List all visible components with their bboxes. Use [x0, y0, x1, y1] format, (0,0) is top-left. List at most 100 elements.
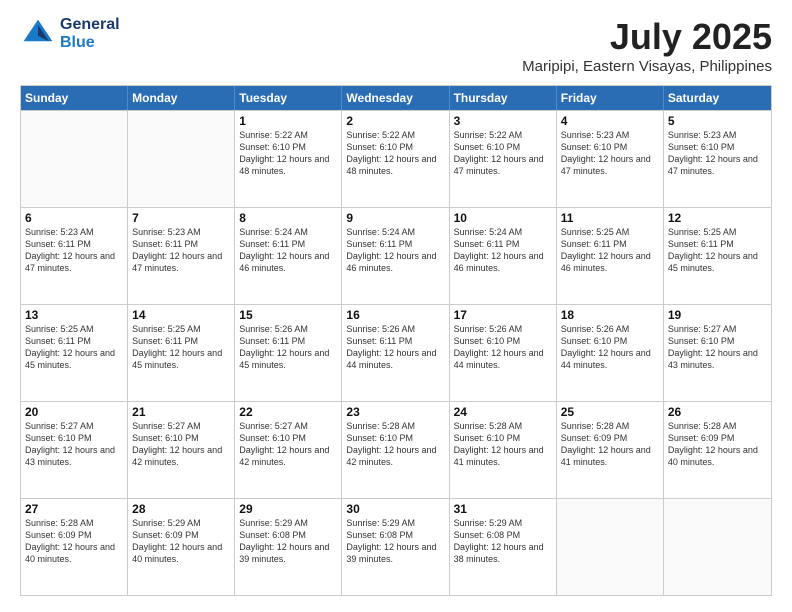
day-number: 4	[561, 114, 659, 128]
day-info: Sunrise: 5:27 AM Sunset: 6:10 PM Dayligh…	[25, 420, 123, 469]
calendar-header: SundayMondayTuesdayWednesdayThursdayFrid…	[21, 86, 771, 110]
day-number: 3	[454, 114, 552, 128]
day-number: 13	[25, 308, 123, 322]
day-info: Sunrise: 5:23 AM Sunset: 6:11 PM Dayligh…	[25, 226, 123, 275]
day-number: 2	[346, 114, 444, 128]
day-number: 16	[346, 308, 444, 322]
calendar-cell	[664, 499, 771, 595]
calendar-cell: 18Sunrise: 5:26 AM Sunset: 6:10 PM Dayli…	[557, 305, 664, 401]
calendar-cell: 8Sunrise: 5:24 AM Sunset: 6:11 PM Daylig…	[235, 208, 342, 304]
day-number: 21	[132, 405, 230, 419]
day-info: Sunrise: 5:23 AM Sunset: 6:11 PM Dayligh…	[132, 226, 230, 275]
day-info: Sunrise: 5:22 AM Sunset: 6:10 PM Dayligh…	[239, 129, 337, 178]
calendar-row: 27Sunrise: 5:28 AM Sunset: 6:09 PM Dayli…	[21, 498, 771, 595]
header: General Blue July 2025 Maripipi, Eastern…	[20, 16, 772, 75]
day-info: Sunrise: 5:28 AM Sunset: 6:10 PM Dayligh…	[346, 420, 444, 469]
calendar-cell: 4Sunrise: 5:23 AM Sunset: 6:10 PM Daylig…	[557, 111, 664, 207]
day-info: Sunrise: 5:24 AM Sunset: 6:11 PM Dayligh…	[239, 226, 337, 275]
day-info: Sunrise: 5:29 AM Sunset: 6:09 PM Dayligh…	[132, 517, 230, 566]
weekday-header: Monday	[128, 86, 235, 110]
calendar-cell: 27Sunrise: 5:28 AM Sunset: 6:09 PM Dayli…	[21, 499, 128, 595]
calendar-cell: 1Sunrise: 5:22 AM Sunset: 6:10 PM Daylig…	[235, 111, 342, 207]
calendar-cell: 20Sunrise: 5:27 AM Sunset: 6:10 PM Dayli…	[21, 402, 128, 498]
day-info: Sunrise: 5:25 AM Sunset: 6:11 PM Dayligh…	[25, 323, 123, 372]
calendar-cell: 2Sunrise: 5:22 AM Sunset: 6:10 PM Daylig…	[342, 111, 449, 207]
day-info: Sunrise: 5:25 AM Sunset: 6:11 PM Dayligh…	[668, 226, 767, 275]
day-number: 11	[561, 211, 659, 225]
weekday-header: Wednesday	[342, 86, 449, 110]
title-block: July 2025 Maripipi, Eastern Visayas, Phi…	[522, 16, 772, 75]
day-number: 18	[561, 308, 659, 322]
calendar-cell: 15Sunrise: 5:26 AM Sunset: 6:11 PM Dayli…	[235, 305, 342, 401]
day-number: 28	[132, 502, 230, 516]
day-number: 6	[25, 211, 123, 225]
calendar-cell: 6Sunrise: 5:23 AM Sunset: 6:11 PM Daylig…	[21, 208, 128, 304]
day-number: 7	[132, 211, 230, 225]
calendar-body: 1Sunrise: 5:22 AM Sunset: 6:10 PM Daylig…	[21, 110, 771, 595]
calendar-cell: 5Sunrise: 5:23 AM Sunset: 6:10 PM Daylig…	[664, 111, 771, 207]
day-info: Sunrise: 5:29 AM Sunset: 6:08 PM Dayligh…	[239, 517, 337, 566]
day-info: Sunrise: 5:24 AM Sunset: 6:11 PM Dayligh…	[346, 226, 444, 275]
calendar-cell: 19Sunrise: 5:27 AM Sunset: 6:10 PM Dayli…	[664, 305, 771, 401]
day-info: Sunrise: 5:27 AM Sunset: 6:10 PM Dayligh…	[239, 420, 337, 469]
day-number: 14	[132, 308, 230, 322]
day-number: 30	[346, 502, 444, 516]
day-number: 20	[25, 405, 123, 419]
calendar-cell	[557, 499, 664, 595]
day-number: 22	[239, 405, 337, 419]
day-number: 5	[668, 114, 767, 128]
weekday-header: Tuesday	[235, 86, 342, 110]
weekday-header: Thursday	[450, 86, 557, 110]
day-number: 12	[668, 211, 767, 225]
calendar-cell: 28Sunrise: 5:29 AM Sunset: 6:09 PM Dayli…	[128, 499, 235, 595]
calendar-cell: 24Sunrise: 5:28 AM Sunset: 6:10 PM Dayli…	[450, 402, 557, 498]
day-info: Sunrise: 5:25 AM Sunset: 6:11 PM Dayligh…	[561, 226, 659, 275]
calendar-cell: 17Sunrise: 5:26 AM Sunset: 6:10 PM Dayli…	[450, 305, 557, 401]
calendar-cell: 31Sunrise: 5:29 AM Sunset: 6:08 PM Dayli…	[450, 499, 557, 595]
logo: General Blue	[20, 16, 120, 52]
calendar-cell: 12Sunrise: 5:25 AM Sunset: 6:11 PM Dayli…	[664, 208, 771, 304]
calendar-row: 13Sunrise: 5:25 AM Sunset: 6:11 PM Dayli…	[21, 304, 771, 401]
day-number: 15	[239, 308, 337, 322]
calendar-row: 1Sunrise: 5:22 AM Sunset: 6:10 PM Daylig…	[21, 110, 771, 207]
day-info: Sunrise: 5:29 AM Sunset: 6:08 PM Dayligh…	[346, 517, 444, 566]
day-number: 31	[454, 502, 552, 516]
day-info: Sunrise: 5:28 AM Sunset: 6:09 PM Dayligh…	[561, 420, 659, 469]
day-number: 24	[454, 405, 552, 419]
logo-icon	[20, 16, 56, 52]
main-title: July 2025	[522, 16, 772, 58]
day-info: Sunrise: 5:23 AM Sunset: 6:10 PM Dayligh…	[561, 129, 659, 178]
calendar-cell: 21Sunrise: 5:27 AM Sunset: 6:10 PM Dayli…	[128, 402, 235, 498]
calendar-cell: 7Sunrise: 5:23 AM Sunset: 6:11 PM Daylig…	[128, 208, 235, 304]
subtitle: Maripipi, Eastern Visayas, Philippines	[522, 58, 772, 75]
day-number: 9	[346, 211, 444, 225]
weekday-header: Sunday	[21, 86, 128, 110]
day-info: Sunrise: 5:26 AM Sunset: 6:10 PM Dayligh…	[454, 323, 552, 372]
day-info: Sunrise: 5:24 AM Sunset: 6:11 PM Dayligh…	[454, 226, 552, 275]
day-number: 26	[668, 405, 767, 419]
day-info: Sunrise: 5:28 AM Sunset: 6:10 PM Dayligh…	[454, 420, 552, 469]
logo-text: General Blue	[60, 16, 120, 51]
day-info: Sunrise: 5:27 AM Sunset: 6:10 PM Dayligh…	[132, 420, 230, 469]
weekday-header: Friday	[557, 86, 664, 110]
day-info: Sunrise: 5:26 AM Sunset: 6:11 PM Dayligh…	[346, 323, 444, 372]
calendar-row: 20Sunrise: 5:27 AM Sunset: 6:10 PM Dayli…	[21, 401, 771, 498]
calendar-cell	[21, 111, 128, 207]
calendar-cell	[128, 111, 235, 207]
day-number: 27	[25, 502, 123, 516]
day-number: 1	[239, 114, 337, 128]
calendar-cell: 25Sunrise: 5:28 AM Sunset: 6:09 PM Dayli…	[557, 402, 664, 498]
day-number: 8	[239, 211, 337, 225]
day-number: 10	[454, 211, 552, 225]
day-number: 23	[346, 405, 444, 419]
calendar-cell: 3Sunrise: 5:22 AM Sunset: 6:10 PM Daylig…	[450, 111, 557, 207]
calendar-cell: 10Sunrise: 5:24 AM Sunset: 6:11 PM Dayli…	[450, 208, 557, 304]
page: General Blue July 2025 Maripipi, Eastern…	[0, 0, 792, 612]
day-info: Sunrise: 5:29 AM Sunset: 6:08 PM Dayligh…	[454, 517, 552, 566]
day-info: Sunrise: 5:22 AM Sunset: 6:10 PM Dayligh…	[346, 129, 444, 178]
weekday-header: Saturday	[664, 86, 771, 110]
day-info: Sunrise: 5:26 AM Sunset: 6:10 PM Dayligh…	[561, 323, 659, 372]
day-info: Sunrise: 5:27 AM Sunset: 6:10 PM Dayligh…	[668, 323, 767, 372]
day-number: 25	[561, 405, 659, 419]
day-number: 29	[239, 502, 337, 516]
